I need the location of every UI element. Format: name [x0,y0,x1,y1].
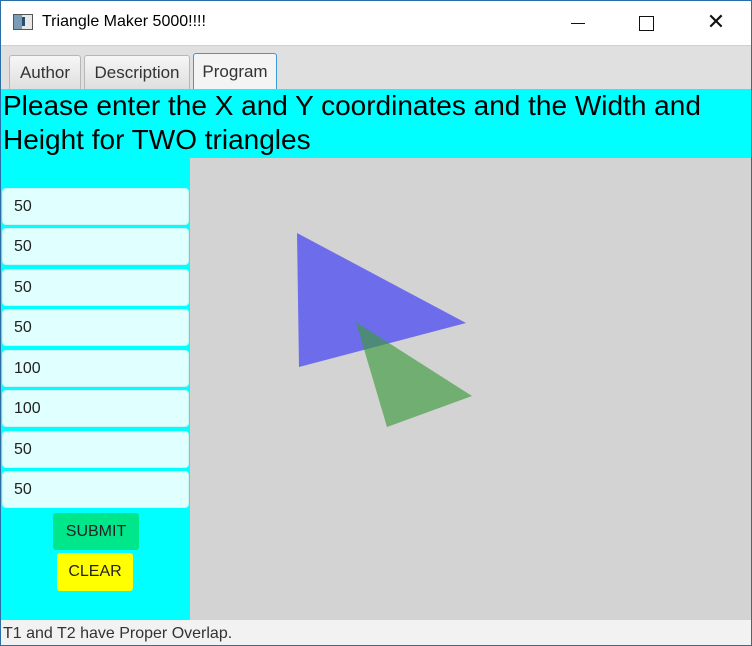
app-window: Triangle Maker 5000!!!! ✕ Author Descrip… [0,0,752,646]
tab-program[interactable]: Program [193,53,277,90]
clear-button[interactable]: CLEAR [57,553,133,591]
status-message: T1 and T2 have Proper Overlap. [1,620,751,645]
t2-height-field[interactable] [2,471,189,508]
t1-width-field[interactable] [2,269,189,306]
minimize-button[interactable] [555,1,601,45]
t2-y-field[interactable] [2,390,189,427]
drawing-canvas[interactable] [190,158,751,620]
minimize-icon [571,22,585,24]
t1-height-field[interactable] [2,309,189,346]
instructions-heading: Please enter the X and Y coordinates and… [3,90,701,155]
tab-description[interactable]: Description [84,55,190,90]
window-title: Triangle Maker 5000!!!! [42,13,206,30]
program-panel: Please enter the X and Y coordinates and… [1,89,751,620]
t1-x-field[interactable] [2,188,189,225]
tab-author[interactable]: Author [9,55,81,90]
t1-y-field[interactable] [2,228,189,265]
submit-button[interactable]: SUBMIT [53,513,139,550]
title-bar[interactable]: Triangle Maker 5000!!!! ✕ [1,1,751,45]
triangle-drawing [297,233,472,427]
t2-width-field[interactable] [2,431,189,468]
maximize-button[interactable] [623,1,669,45]
app-icon [13,14,33,30]
t2-x-field[interactable] [2,350,189,387]
maximize-icon [638,15,654,31]
close-icon: ✕ [706,10,726,35]
triangle-2 [356,322,472,427]
close-button[interactable]: ✕ [693,1,739,45]
tab-bar: Author Description Program [1,45,751,90]
